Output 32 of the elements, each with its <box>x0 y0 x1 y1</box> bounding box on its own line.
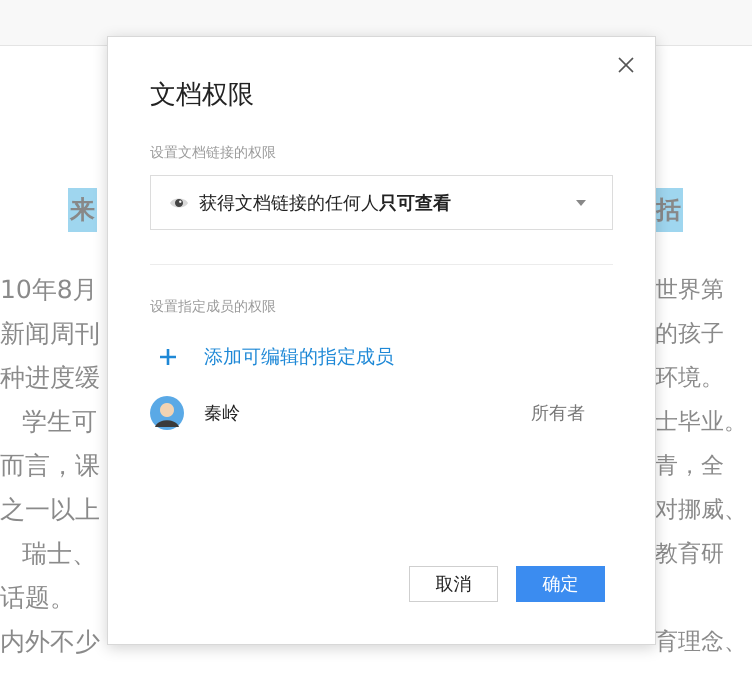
section-label: 设置文档链接的权限 <box>150 144 277 163</box>
heading-text: 括 <box>654 188 683 232</box>
paragraph-text: 新闻周刊 <box>0 318 100 350</box>
cancel-button[interactable]: 取消 <box>409 566 498 602</box>
plus-icon <box>159 348 177 366</box>
paragraph-text: 育理念、 <box>655 628 747 657</box>
close-icon[interactable] <box>617 56 635 74</box>
section-label: 设置指定成员的权限 <box>150 298 277 317</box>
add-member-link[interactable]: 添加可编辑的指定成员 <box>150 344 394 370</box>
caret-icon <box>576 200 586 206</box>
paragraph-text: 世界第 <box>655 276 724 305</box>
paragraph-text: 内外不少 <box>0 626 100 658</box>
avatar <box>150 396 184 430</box>
paragraph-text: 10年8月 <box>0 274 98 306</box>
permission-dropdown[interactable]: 获得文档链接的任何人只可查看 <box>150 175 613 230</box>
paragraph-text: 教育研 <box>655 540 724 569</box>
member-name: 秦岭 <box>204 402 241 425</box>
paragraph-text: 种进度缓 <box>0 362 100 394</box>
member-role: 所有者 <box>531 402 585 425</box>
paragraph-text: 环境。 <box>655 364 724 393</box>
dialog-title: 文档权限 <box>150 79 255 112</box>
paragraph-text: 之一以上 <box>0 494 100 526</box>
heading-text: 来 <box>68 188 97 232</box>
paragraph-text: 而言，课 <box>0 450 100 482</box>
paragraph-text: 的孩子 <box>655 320 724 349</box>
paragraph-text: 瑞士、 <box>21 538 97 570</box>
paragraph-text: 青，全 <box>655 452 724 481</box>
paragraph-text: 对挪威、 <box>655 496 747 525</box>
paragraph-text: 学生可 <box>21 406 97 438</box>
paragraph-text: 士毕业。 <box>655 408 747 437</box>
eye-icon <box>169 196 189 210</box>
paragraph-text: 话题。 <box>0 582 75 614</box>
